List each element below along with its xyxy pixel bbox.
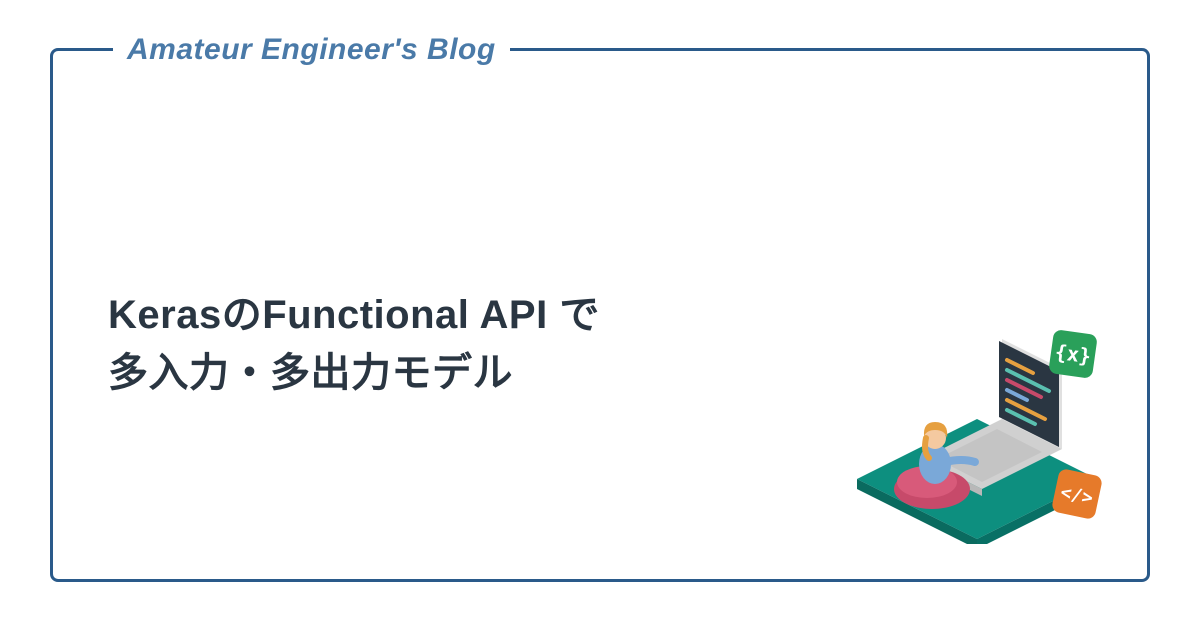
programmer-illustration: {x} </>: [827, 314, 1117, 544]
site-title: Amateur Engineer's Blog: [113, 33, 510, 67]
code-badge-tag-icon: </>: [1051, 468, 1103, 520]
card-frame: Amateur Engineer's Blog KerasのFunctional…: [50, 48, 1150, 582]
article-title: KerasのFunctional API で 多入力・多出力モデル: [108, 286, 827, 402]
article-title-line2: 多入力・多出力モデル: [108, 351, 513, 395]
code-badge-braces-icon: {x}: [1048, 329, 1098, 379]
person-arm-icon: [945, 460, 975, 462]
article-title-block: KerasのFunctional API で 多入力・多出力モデル: [108, 286, 827, 402]
article-title-line1: KerasのFunctional API で: [108, 293, 600, 337]
badge-braces-text: {x}: [1053, 340, 1092, 369]
